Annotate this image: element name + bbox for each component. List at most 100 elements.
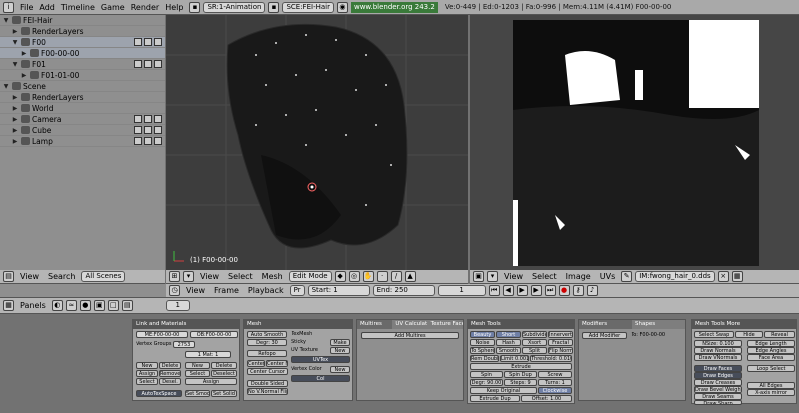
buttons-frame-field[interactable]: 1 (165, 300, 190, 311)
spin-dup-button[interactable]: Spin Dup (504, 371, 537, 378)
scene-browse-icon[interactable]: ▪ (268, 1, 280, 13)
spin-steps-field[interactable]: Steps: 9 (504, 379, 537, 386)
outliner-window-type-icon[interactable]: ▤ (3, 271, 14, 282)
spin-degree-field[interactable]: Degr: 90.00 (470, 379, 503, 386)
multires-tab[interactable]: Multires (357, 320, 393, 329)
selectability-arrow-icon[interactable] (144, 126, 152, 134)
uvtex-layer-field[interactable]: UVTex (291, 356, 350, 363)
mesh-tool-button[interactable]: Fractal (548, 339, 573, 346)
collapsed-triangle-icon[interactable]: ▶ (11, 127, 19, 134)
image-image-menu[interactable]: Image (563, 272, 594, 281)
center-cursor-button[interactable]: Center Cursor (247, 368, 288, 375)
menu-render[interactable]: Render (128, 3, 162, 12)
collapsed-triangle-icon[interactable]: ▶ (20, 72, 28, 79)
timeline-playback-menu[interactable]: Playback (245, 286, 287, 295)
outliner-row[interactable]: ▼ F00 (0, 37, 165, 48)
shapes-tab[interactable]: Shapes (632, 320, 685, 329)
visibility-eye-icon[interactable] (134, 60, 142, 68)
autotexspace-toggle[interactable]: AutoTexSpace (136, 390, 182, 397)
no-vnormal-flip-toggle[interactable]: No V.Normal Flip (247, 388, 288, 395)
outliner-row[interactable]: ▶ Cube (0, 125, 165, 136)
all-edges-toggle[interactable]: All Edges (747, 382, 795, 389)
next-keyframe-icon[interactable]: ▶ (530, 285, 542, 296)
screen-field[interactable]: SR:1-Animation (203, 1, 266, 13)
draw-creases-toggle[interactable]: Draw Creases (694, 379, 742, 386)
object-name-field[interactable]: OB:F00-00-00 (190, 331, 238, 338)
outliner-row[interactable]: ▶ World (0, 103, 165, 114)
select-swap-button[interactable]: Select Swap (694, 331, 734, 338)
col-layer-field[interactable]: Col (291, 375, 350, 382)
refopo-button[interactable]: Refopo (247, 350, 287, 357)
vertex-select-icon[interactable]: · (376, 271, 388, 282)
image-uvs-menu[interactable]: UVs (597, 272, 619, 281)
expanded-triangle-icon[interactable]: ▼ (11, 39, 19, 46)
mesh-tool-button[interactable]: Beauty (470, 331, 495, 338)
rewind-icon[interactable]: ⏮ (488, 285, 500, 296)
panels-menu[interactable]: Panels (17, 301, 49, 310)
outliner-row[interactable]: ▶ RenderLayers (0, 26, 165, 37)
menu-file[interactable]: File (17, 3, 36, 12)
vgroup-delete-button[interactable]: Delete (159, 362, 181, 369)
auto-smooth-toggle[interactable]: Auto Smooth (247, 331, 287, 338)
extrude-dup-button[interactable]: Extrude Dup (470, 395, 520, 402)
draw-vnormals-toggle[interactable]: Draw VNormals (694, 354, 742, 361)
scene-field[interactable]: SCE:FEI-Hair (282, 1, 334, 13)
image-view-menu[interactable]: View (501, 272, 526, 281)
outliner-row[interactable]: ▼ FEI-Hair (0, 15, 165, 26)
set-solid-button[interactable]: Set Solid (211, 390, 237, 397)
3d-window-type-icon[interactable]: ⊞ (169, 271, 180, 282)
object-context-icon[interactable]: ▣ (93, 300, 105, 311)
uv-calculation-tab[interactable]: UV Calculat (392, 320, 428, 329)
image-close-icon[interactable]: × (717, 271, 729, 282)
screw-button[interactable]: Screw (538, 371, 572, 378)
visibility-eye-icon[interactable] (134, 38, 142, 46)
key-icon[interactable]: ⚷ (572, 285, 584, 296)
end-frame-field[interactable]: End: 250 (372, 285, 435, 296)
fast-forward-icon[interactable]: ⏭ (544, 285, 556, 296)
render-camera-icon[interactable] (154, 38, 162, 46)
manipulator-icon[interactable]: ✋ (362, 271, 374, 282)
selectability-arrow-icon[interactable] (144, 115, 152, 123)
current-frame-field[interactable]: 1 (437, 285, 486, 296)
outliner-row[interactable]: ▶ Camera (0, 114, 165, 125)
mesh-tool-button[interactable]: Flip Normal (548, 347, 573, 354)
outliner[interactable]: ▼ FEI-Hair ▶ RenderLayers ▼ F00 ▶ F00-00-00 ▼ F01… (0, 15, 165, 270)
extrude-offset-field[interactable]: Offset: 1.00 (521, 395, 572, 402)
collapsed-triangle-icon[interactable]: ▶ (11, 28, 19, 35)
material-delete-button[interactable]: Delete (211, 362, 237, 369)
menu-timeline[interactable]: Timeline (58, 3, 98, 12)
vgroup-deselect-button[interactable]: Desel. (159, 378, 181, 385)
outliner-row[interactable]: ▶ F01-01-00 (0, 70, 165, 81)
render-camera-icon[interactable] (154, 60, 162, 68)
modifiers-tab[interactable]: Modifiers (579, 320, 632, 329)
material-new-button[interactable]: New (185, 362, 210, 369)
outliner-row[interactable]: ▼ Scene (0, 81, 165, 92)
collapsed-triangle-icon[interactable]: ▶ (20, 50, 28, 57)
outliner-search-menu[interactable]: Search (45, 272, 78, 281)
double-sided-toggle[interactable]: Double Sided (247, 380, 288, 387)
auto-smooth-degree-field[interactable]: Degr: 30 (247, 339, 287, 346)
expanded-triangle-icon[interactable]: ▼ (11, 61, 19, 68)
center-new-button[interactable]: Center New (266, 360, 288, 367)
3d-mesh-menu[interactable]: Mesh (259, 272, 286, 281)
expanded-triangle-icon[interactable]: ▼ (2, 83, 10, 90)
hide-button[interactable]: Hide (735, 331, 763, 338)
center-button[interactable]: Center (247, 360, 265, 367)
mesh-tool-button[interactable]: Limit 0.001 (500, 355, 529, 362)
add-multires-button[interactable]: Add Multires (361, 332, 459, 339)
face-area-toggle[interactable]: Face Area (747, 354, 795, 361)
face-select-icon[interactable]: ▲ (404, 271, 416, 282)
timeline-frame-menu[interactable]: Frame (211, 286, 242, 295)
edge-angles-toggle[interactable]: Edge Angles (747, 347, 795, 354)
material-assign-button[interactable]: Assign (185, 378, 237, 385)
material-index-field[interactable]: 1 Mat: 1 (185, 351, 231, 358)
mesh-tool-button[interactable]: Threshold: 0.010 (530, 355, 572, 362)
3d-select-menu[interactable]: Select (225, 272, 256, 281)
prev-keyframe-icon[interactable]: ◀ (502, 285, 514, 296)
mesh-tool-button[interactable]: Short (496, 331, 521, 338)
sticky-make-button[interactable]: Make (330, 339, 350, 346)
normal-size-field[interactable]: NSize: 0.100 (694, 340, 742, 347)
mesh-tool-button[interactable]: Split (522, 347, 547, 354)
menu-add[interactable]: Add (36, 3, 58, 12)
mesh-tool-button[interactable]: Smooth (496, 347, 521, 354)
